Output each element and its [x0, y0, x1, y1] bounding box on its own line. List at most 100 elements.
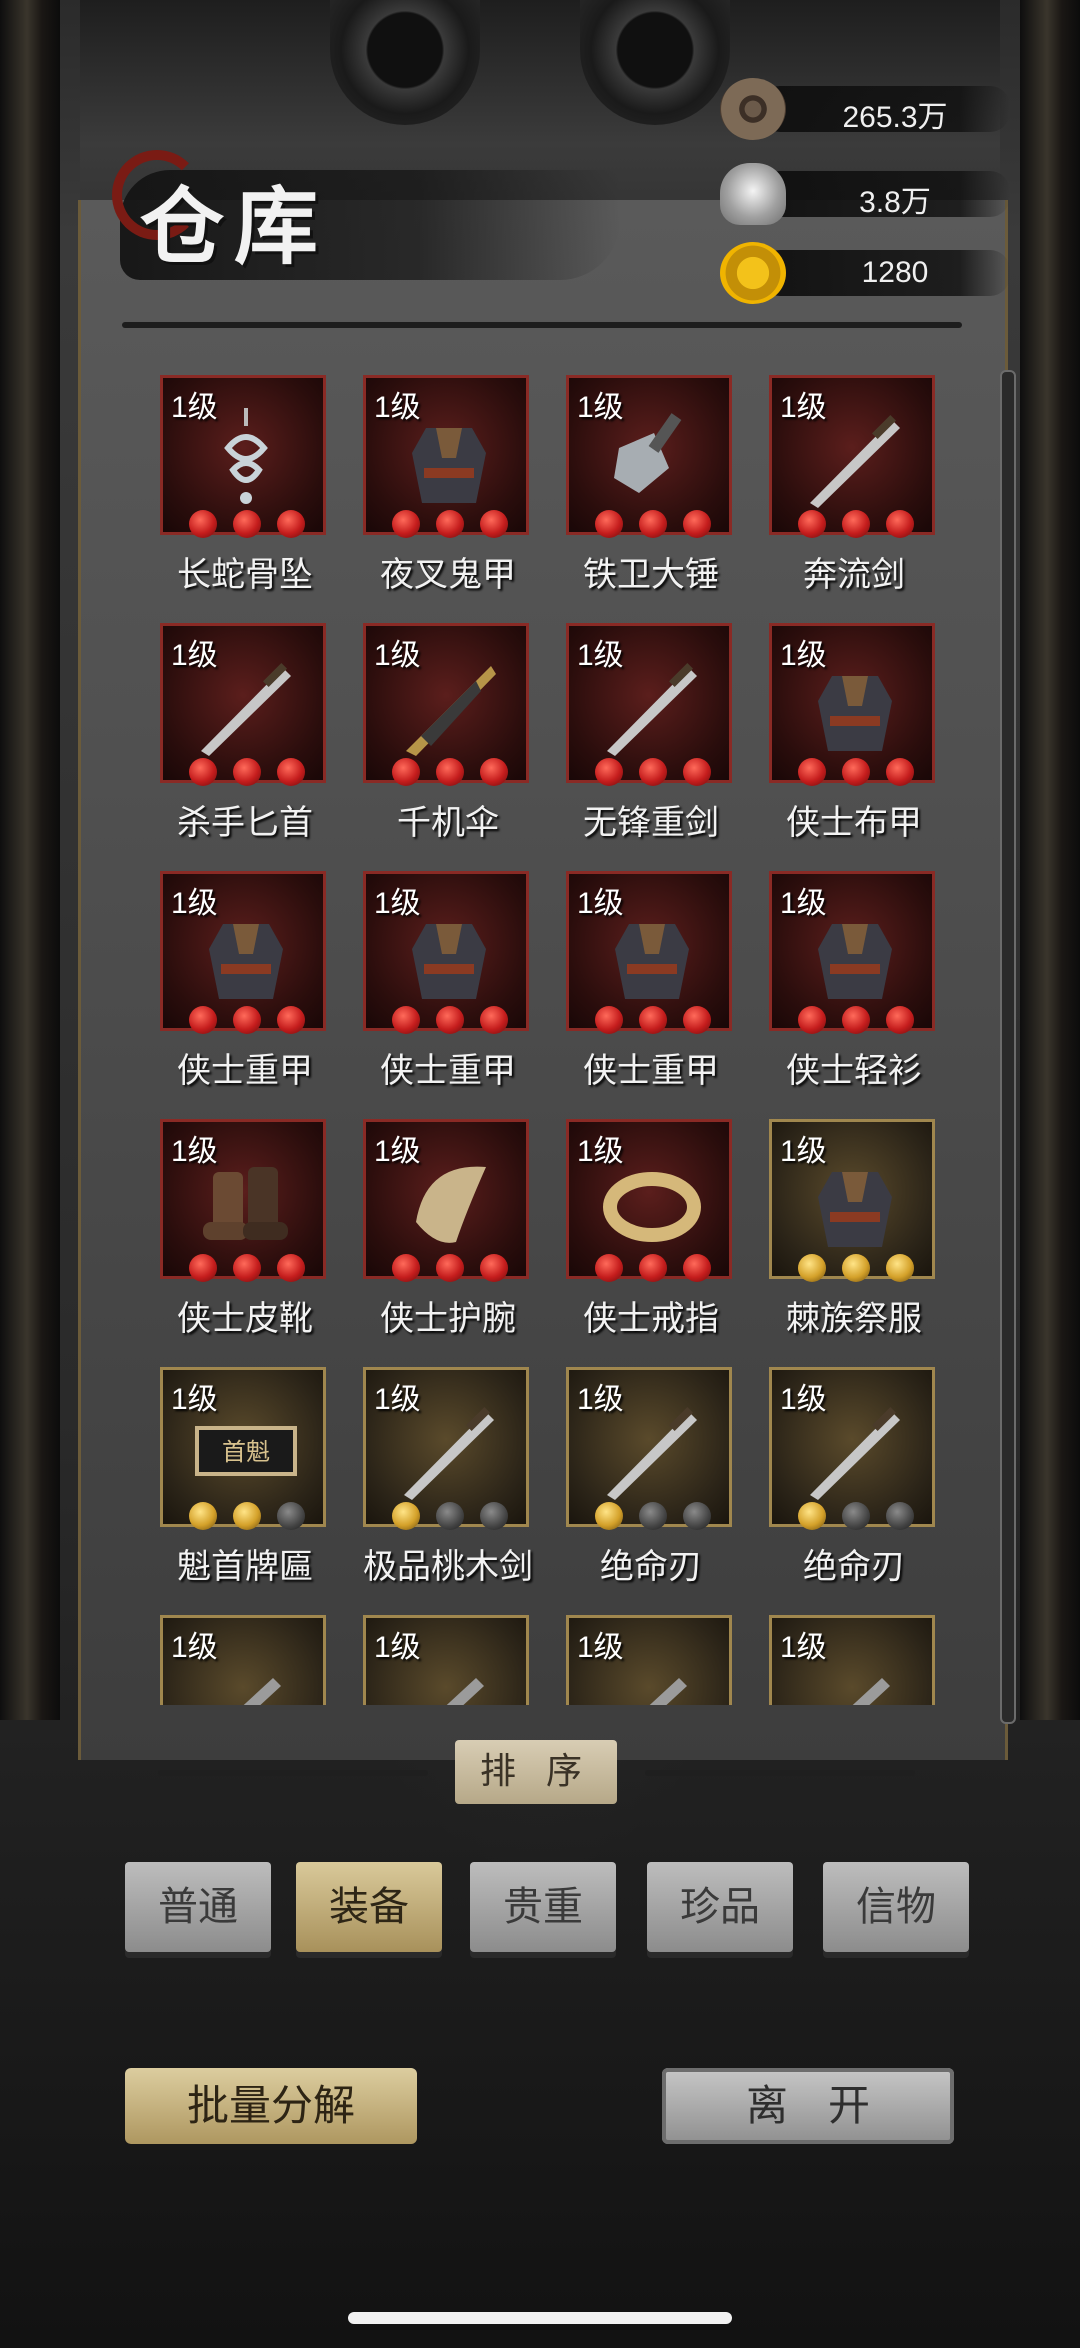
inventory-item[interactable]: 1级 千机伞 [363, 623, 533, 843]
item-icon [193, 408, 299, 508]
item-tile[interactable]: 1级 [160, 1615, 326, 1705]
item-tile[interactable]: 1级 [769, 1367, 935, 1530]
leave-button[interactable]: 离开 [662, 2068, 954, 2144]
item-tile[interactable]: 1级 [160, 623, 326, 786]
tab-equipment[interactable]: 装备 [296, 1862, 442, 1952]
star-gem-icon [233, 1502, 261, 1530]
tab-token[interactable]: 信物 [823, 1862, 969, 1952]
item-name: 极品桃木剑 [363, 1547, 533, 1587]
star-gem-icon [392, 1502, 420, 1530]
star-gem-icon [798, 758, 826, 786]
inventory-item[interactable]: 1级铁卫大锤 [566, 375, 736, 595]
item-tile[interactable]: 1级 [363, 871, 529, 1034]
tab-valuable[interactable]: 贵重 [470, 1862, 616, 1952]
inventory-item[interactable]: 1级 [160, 1615, 330, 1705]
item-tile[interactable]: 1级 [566, 1367, 732, 1530]
inventory-item[interactable]: 1级 侠士重甲 [160, 871, 330, 1091]
item-name: 无锋重剑 [583, 803, 719, 843]
star-rating [189, 510, 305, 540]
inventory-item[interactable]: 1级极品桃木剑 [363, 1367, 533, 1587]
currency-silver: 3.8万 [720, 163, 1010, 225]
item-icon [396, 904, 502, 1004]
star-gem-icon [886, 758, 914, 786]
star-gem-icon [639, 1254, 667, 1282]
item-tile[interactable]: 1级 [769, 375, 935, 538]
item-tile[interactable]: 1级 [769, 623, 935, 786]
item-tile[interactable]: 1级 [566, 871, 732, 1034]
inventory-item[interactable]: 1级侠士重甲 [566, 871, 736, 1091]
star-gem-icon [392, 1254, 420, 1282]
inventory-item[interactable]: 1级 绝命刃 [566, 1367, 736, 1587]
inventory-item[interactable]: 1级 长蛇骨坠 [160, 375, 330, 595]
item-name: 杀手匕首 [177, 803, 313, 843]
star-gem-icon [842, 1502, 870, 1530]
inventory-item[interactable]: 1级 绝命刃 [769, 1367, 939, 1587]
item-tile[interactable]: 1级 [363, 375, 529, 538]
star-gem-icon [639, 510, 667, 538]
item-tile[interactable]: 1级 [363, 1119, 529, 1282]
star-rating [595, 1502, 711, 1532]
item-tile[interactable]: 1级 [566, 623, 732, 786]
scrollbar[interactable] [1000, 370, 1016, 1724]
star-rating [392, 1254, 508, 1284]
item-tile[interactable]: 1级 [566, 1119, 732, 1282]
inventory-item[interactable]: 1级杀手匕首 [160, 623, 330, 843]
star-rating [798, 1254, 914, 1284]
tab-normal[interactable]: 普通 [125, 1862, 271, 1952]
star-gem-icon [233, 758, 261, 786]
divider [158, 1770, 428, 1776]
item-tile[interactable]: 1级 [769, 1119, 935, 1282]
star-gem-icon [595, 1006, 623, 1034]
star-gem-icon [595, 758, 623, 786]
item-name: 侠士重甲 [380, 1051, 516, 1091]
item-tile[interactable]: 1级 [769, 1615, 935, 1705]
tab-treasure[interactable]: 珍品 [647, 1862, 793, 1952]
inventory-item[interactable]: 1级 侠士轻衫 [769, 871, 939, 1091]
item-tile[interactable]: 1级 [363, 1615, 529, 1705]
inventory-item[interactable]: 1级侠士布甲 [769, 623, 939, 843]
item-grid: 1级 长蛇骨坠 1级 夜叉鬼甲 1级 铁卫大锤 1级 奔流剑 1级 杀手匕首 1级 千机伞 1级 无锋重剑… [160, 375, 950, 1705]
item-name: 侠士重甲 [583, 1051, 719, 1091]
star-gem-icon [683, 1502, 711, 1530]
item-name: 侠士布甲 [786, 803, 922, 843]
star-gem-icon [886, 1254, 914, 1282]
star-gem-icon [842, 1254, 870, 1282]
inventory-item[interactable]: 1级 [566, 1615, 736, 1705]
home-indicator[interactable] [348, 2312, 732, 2324]
star-gem-icon [595, 510, 623, 538]
inventory-item[interactable]: 1级 [769, 1615, 939, 1705]
item-tile[interactable]: 1级 首魁 [160, 1367, 326, 1530]
item-tile[interactable]: 1级 [363, 623, 529, 786]
batch-decompose-button[interactable]: 批量分解 [125, 2068, 417, 2144]
star-rating [392, 1006, 508, 1036]
sort-button[interactable]: 排序 [455, 1740, 617, 1804]
item-tile[interactable]: 1级 [363, 1367, 529, 1530]
inventory-item[interactable]: 1级 首魁 魁首牌匾 [160, 1367, 330, 1587]
item-tile[interactable]: 1级 [160, 871, 326, 1034]
item-tile[interactable]: 1级 [160, 1119, 326, 1282]
inventory-item[interactable]: 1级 棘族祭服 [769, 1119, 939, 1339]
plaque-text: 首魁 [222, 1438, 270, 1466]
star-rating [189, 1254, 305, 1284]
star-gem-icon [436, 1502, 464, 1530]
inventory-item[interactable]: 1级无锋重剑 [566, 623, 736, 843]
item-icon: 首魁 [193, 1400, 299, 1500]
item-name: 铁卫大锤 [583, 555, 719, 595]
star-gem-icon [639, 1502, 667, 1530]
item-tile[interactable]: 1级 [160, 375, 326, 538]
divider [645, 1770, 915, 1776]
inventory-item[interactable]: 1级 侠士护腕 [363, 1119, 533, 1339]
star-gem-icon [277, 1254, 305, 1282]
item-icon [396, 656, 502, 756]
inventory-item[interactable]: 1级 侠士皮靴 [160, 1119, 330, 1339]
inventory-item[interactable]: 1级 [363, 1615, 533, 1705]
inventory-item[interactable]: 1级 夜叉鬼甲 [363, 375, 533, 595]
inventory-item[interactable]: 1级侠士重甲 [363, 871, 533, 1091]
page-title: 仓库 [140, 177, 329, 276]
inventory-item[interactable]: 1级 侠士戒指 [566, 1119, 736, 1339]
star-gem-icon [480, 510, 508, 538]
item-tile[interactable]: 1级 [566, 375, 732, 538]
item-tile[interactable]: 1级 [566, 1615, 732, 1705]
item-tile[interactable]: 1级 [769, 871, 935, 1034]
inventory-item[interactable]: 1级 奔流剑 [769, 375, 939, 595]
